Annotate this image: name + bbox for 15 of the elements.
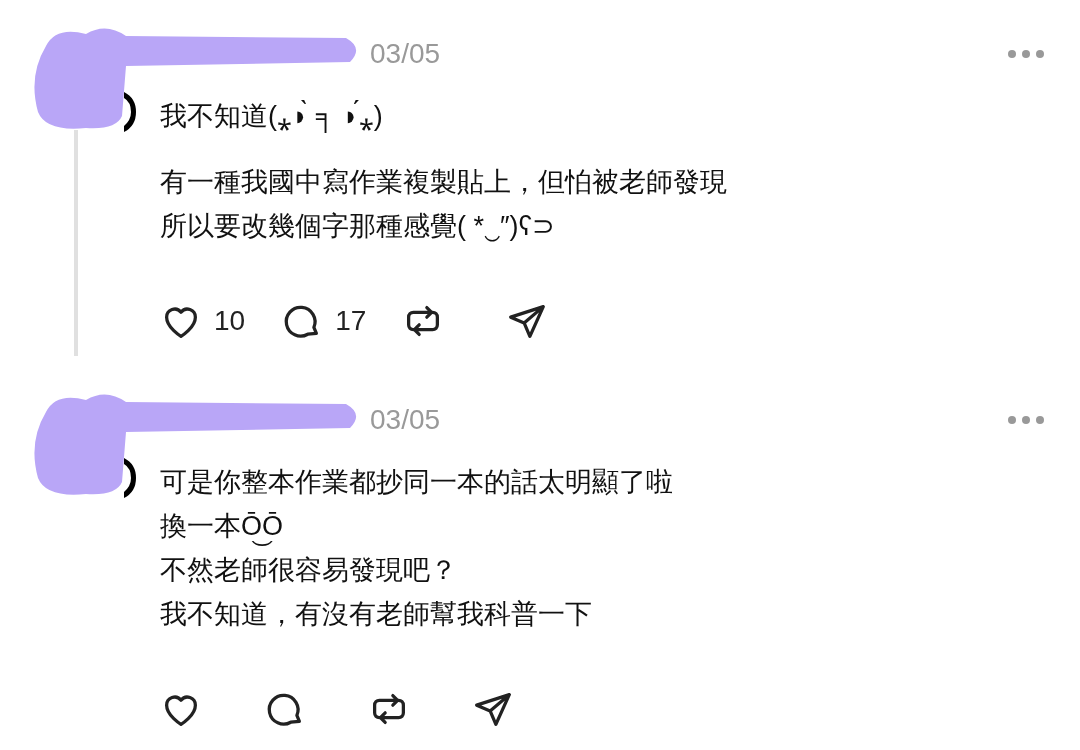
avatar[interactable]	[124, 92, 136, 132]
post-date: 03/05	[370, 37, 441, 71]
post-text-line: 我不知道，有沒有老師幫我科普一下	[160, 598, 593, 631]
avatar[interactable]	[124, 458, 136, 498]
post-text-line: 換一本Ō͜Ō	[160, 504, 1056, 548]
more-button[interactable]	[1008, 416, 1044, 424]
post-text-line: 可是你整本作業都抄同一本的話太明顯了啦	[160, 466, 674, 499]
comment-button[interactable]: 17	[279, 298, 367, 344]
post-date: 03/05	[370, 403, 441, 437]
more-button[interactable]	[1008, 50, 1044, 58]
post-text-line: 我不知道(⁎◗̀ ╕ ◗́⁎)	[160, 99, 384, 135]
like-button[interactable]: 10	[158, 298, 246, 344]
post-text-line: 有一種我國中寫作業複製貼上，但怕被老師發現	[160, 166, 728, 199]
post-text-line: 所以要改幾個字那種感覺( *‿″)ʕ⊃	[160, 210, 557, 244]
post-text-line: 不然老師很容易發現吧？	[160, 554, 458, 587]
